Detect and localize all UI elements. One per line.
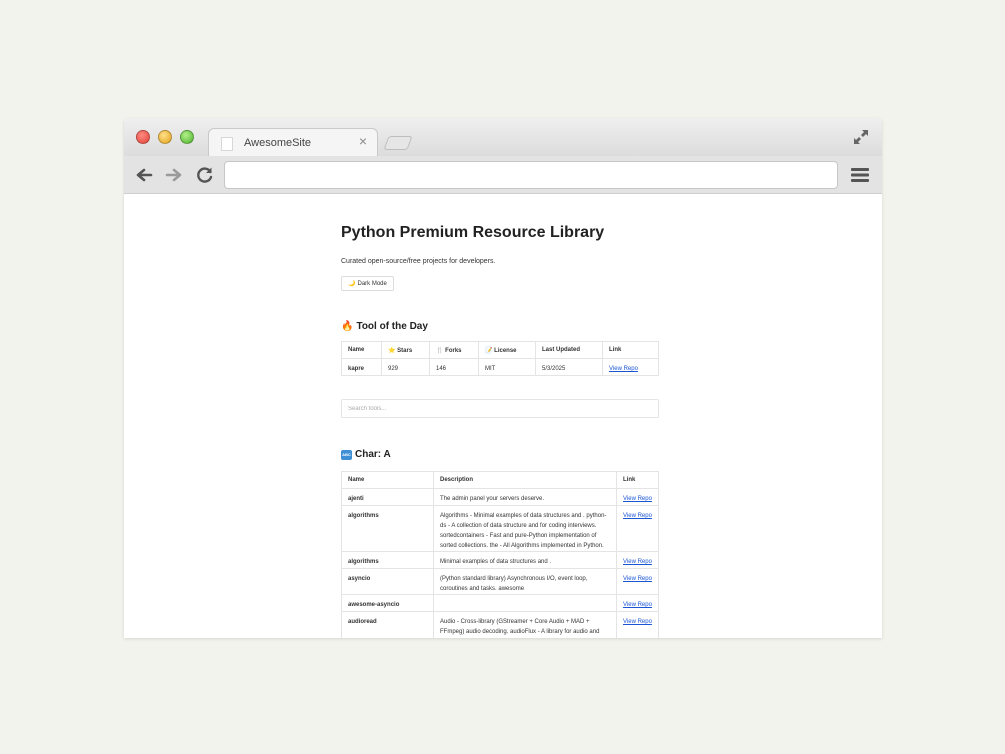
char-section-heading: ABC Char: A bbox=[341, 449, 391, 460]
cell-forks: 146 bbox=[429, 358, 479, 376]
reload-icon[interactable] bbox=[195, 165, 215, 185]
browser-window: AwesomeSite × Python Premium Resource Li bbox=[124, 118, 882, 638]
column-header-link: Link bbox=[602, 341, 659, 359]
cell-link: View Repo bbox=[602, 358, 659, 376]
page-subtitle: Curated open-source/free projects for de… bbox=[341, 258, 496, 265]
cell-link: View Repo bbox=[616, 568, 659, 595]
column-header-name: Name bbox=[341, 471, 434, 489]
column-header-stars: ⭐ Stars bbox=[381, 341, 430, 359]
cell-name: kapre bbox=[341, 358, 382, 376]
cell-description: (Python standard library) Asynchronous I… bbox=[433, 568, 617, 595]
tool-of-day-heading: 🔥 Tool of the Day bbox=[341, 321, 428, 332]
cell-name: algorithms bbox=[341, 505, 434, 552]
view-repo-link[interactable]: View Repo bbox=[623, 602, 652, 608]
memo-icon: 📝 bbox=[485, 347, 493, 354]
title-bar: AwesomeSite × bbox=[124, 118, 882, 156]
cell-name: ajenti bbox=[341, 488, 434, 506]
view-repo-link[interactable]: View Repo bbox=[609, 366, 638, 372]
column-header-forks: 🍴 Forks bbox=[429, 341, 479, 359]
cell-description bbox=[433, 594, 617, 612]
table-row: algorithms Algorithms - Minimal examples… bbox=[341, 505, 659, 552]
cell-description: Algorithms - Minimal examples of data st… bbox=[433, 505, 617, 552]
view-repo-link[interactable]: View Repo bbox=[623, 496, 652, 502]
cell-description: Audio - Cross-library (GStreamer + Core … bbox=[433, 611, 617, 638]
view-repo-link[interactable]: View Repo bbox=[623, 619, 652, 625]
cell-name: awesome-asyncio bbox=[341, 594, 434, 612]
cell-license: MIT bbox=[478, 358, 536, 376]
cell-link: View Repo bbox=[616, 551, 659, 569]
dark-mode-button[interactable]: 🌙 Dark Mode bbox=[341, 276, 394, 291]
browser-tab[interactable]: AwesomeSite × bbox=[208, 128, 378, 156]
address-bar[interactable] bbox=[224, 161, 838, 189]
cell-description: Minimal examples of data structures and … bbox=[433, 551, 617, 569]
cell-link: View Repo bbox=[616, 505, 659, 552]
fullscreen-icon[interactable] bbox=[852, 128, 870, 146]
close-window-button[interactable] bbox=[136, 130, 150, 144]
table-row: ajenti The admin panel your servers dese… bbox=[341, 488, 659, 506]
table-row: kapre 929 146 MIT 5/3/2025 View Repo bbox=[341, 358, 659, 376]
cell-link: View Repo bbox=[616, 594, 659, 612]
table-header-row: Name ⭐ Stars 🍴 Forks 📝 License Last Upda… bbox=[341, 341, 659, 359]
dark-mode-label: Dark Mode bbox=[357, 280, 387, 287]
browser-toolbar bbox=[124, 156, 882, 194]
column-header-license: 📝 License bbox=[478, 341, 536, 359]
tab-close-icon[interactable]: × bbox=[359, 133, 367, 149]
table-row: awesome-asyncio View Repo bbox=[341, 594, 659, 612]
page-favicon-icon bbox=[221, 137, 233, 151]
char-a-table: Name Description Link ajenti The admin p… bbox=[341, 471, 659, 638]
view-repo-link[interactable]: View Repo bbox=[623, 576, 652, 582]
cell-description: The admin panel your servers deserve. bbox=[433, 488, 617, 506]
cell-link: View Repo bbox=[616, 488, 659, 506]
view-repo-link[interactable]: View Repo bbox=[623, 513, 652, 519]
maximize-window-button[interactable] bbox=[180, 130, 194, 144]
column-header-description: Description bbox=[433, 471, 617, 489]
cell-link: View Repo bbox=[616, 611, 659, 638]
table-row: audioread Audio - Cross-library (GStream… bbox=[341, 611, 659, 638]
abc-icon: ABC bbox=[341, 449, 352, 460]
new-tab-button[interactable] bbox=[383, 136, 413, 150]
column-header-updated: Last Updated bbox=[535, 341, 603, 359]
table-row: asyncio (Python standard library) Asynch… bbox=[341, 568, 659, 595]
column-header-link: Link bbox=[616, 471, 659, 489]
cell-name: asyncio bbox=[341, 568, 434, 595]
menu-icon[interactable] bbox=[850, 165, 870, 185]
moon-icon: 🌙 bbox=[348, 281, 356, 287]
tab-title: AwesomeSite bbox=[244, 137, 312, 149]
forward-arrow-icon[interactable] bbox=[164, 165, 184, 185]
page-title: Python Premium Resource Library bbox=[341, 224, 605, 241]
char-section-heading-text: Char: A bbox=[355, 449, 391, 460]
star-icon: ⭐ bbox=[388, 347, 396, 354]
fire-icon: 🔥 bbox=[341, 321, 354, 332]
search-input[interactable] bbox=[341, 399, 659, 418]
cell-name: algorithms bbox=[341, 551, 434, 569]
back-arrow-icon[interactable] bbox=[134, 165, 154, 185]
cell-name: audioread bbox=[341, 611, 434, 638]
table-row: algorithms Minimal examples of data stru… bbox=[341, 551, 659, 569]
tool-of-day-table: Name ⭐ Stars 🍴 Forks 📝 License Last Upda… bbox=[341, 341, 659, 376]
tool-of-day-heading-text: Tool of the Day bbox=[356, 321, 428, 332]
cell-updated: 5/3/2025 bbox=[535, 358, 603, 376]
table-header-row: Name Description Link bbox=[341, 471, 659, 489]
cell-stars: 929 bbox=[381, 358, 430, 376]
minimize-window-button[interactable] bbox=[158, 130, 172, 144]
view-repo-link[interactable]: View Repo bbox=[623, 559, 652, 565]
fork-icon: 🍴 bbox=[436, 347, 444, 354]
page-content: Python Premium Resource Library Curated … bbox=[124, 195, 882, 638]
column-header-name: Name bbox=[341, 341, 382, 359]
